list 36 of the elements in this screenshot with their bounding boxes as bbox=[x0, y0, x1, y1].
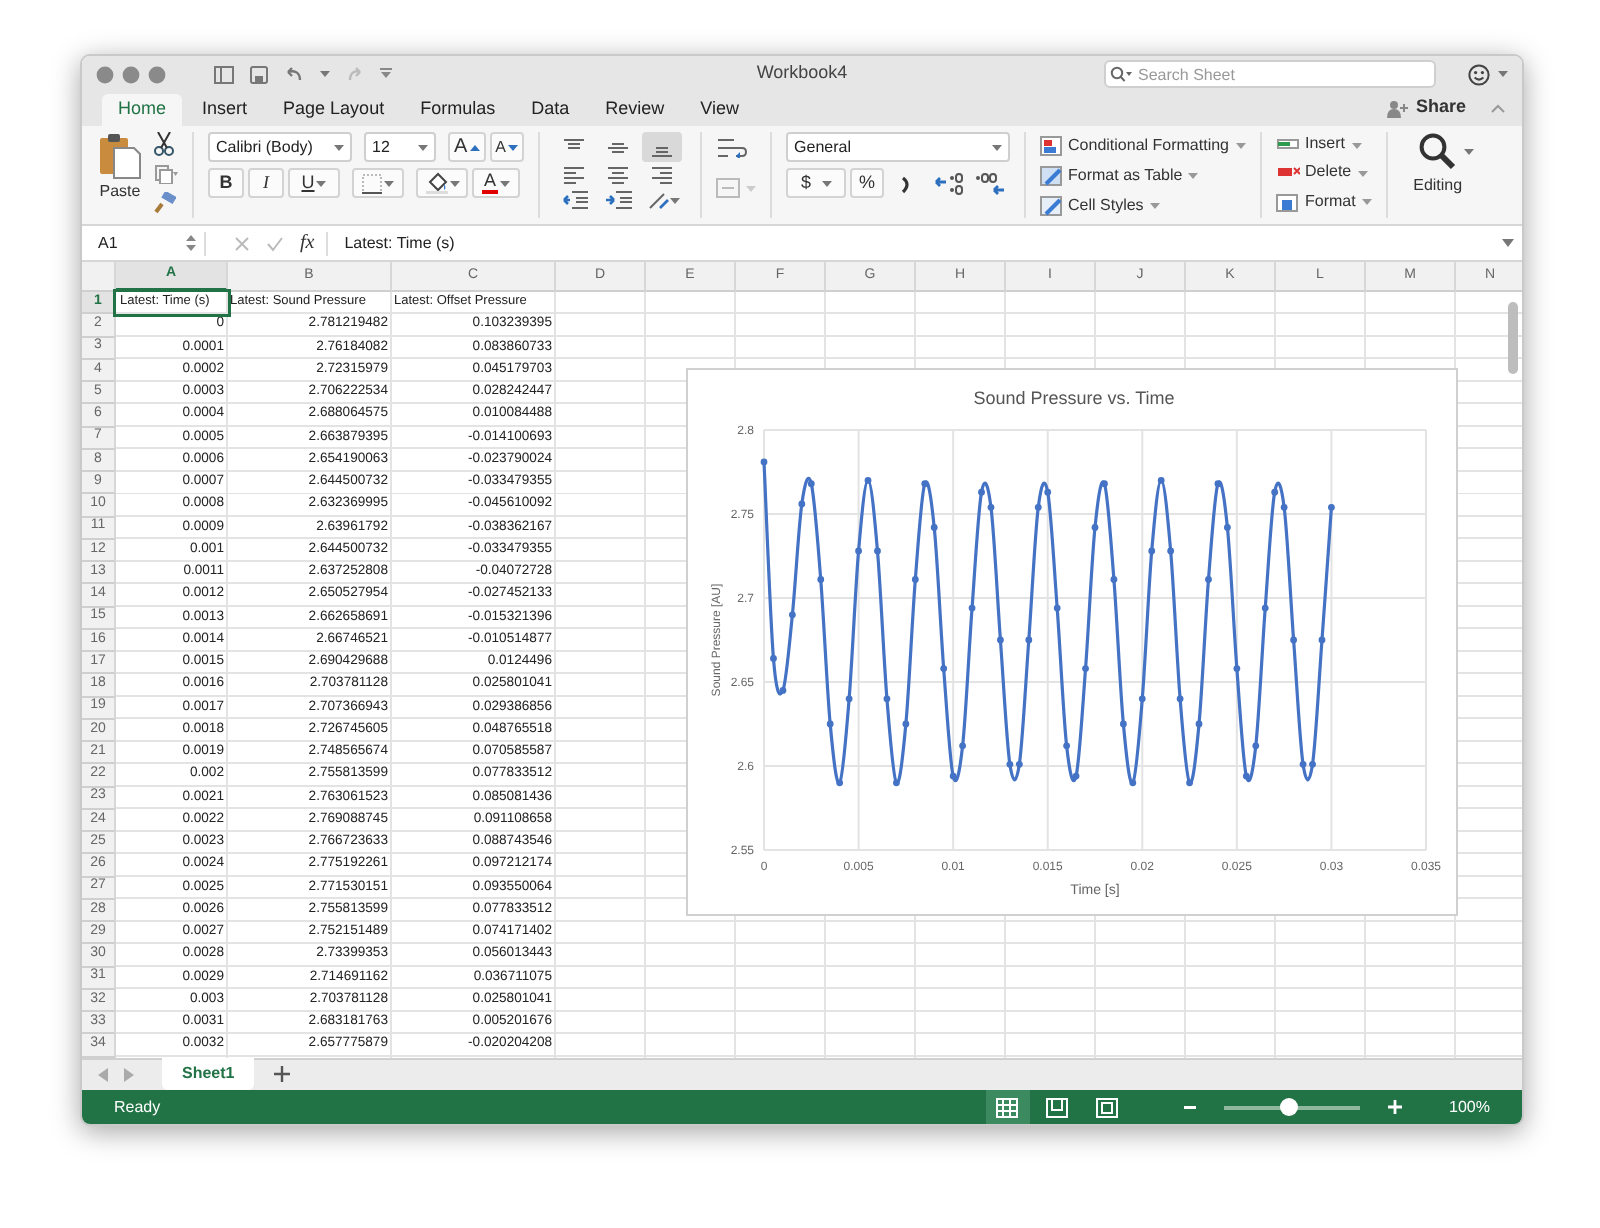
ribbon-tab[interactable]: Data bbox=[515, 94, 586, 126]
name-box[interactable]: A1 bbox=[90, 231, 206, 255]
share-button[interactable]: Share bbox=[1385, 98, 1466, 118]
window-title: Workbook4 bbox=[756, 60, 848, 87]
chart-title: Sound Pressure vs. Time bbox=[973, 388, 1175, 408]
status-text: Ready bbox=[114, 1095, 161, 1119]
ribbon-tab[interactable]: Home bbox=[102, 94, 183, 126]
ribbon-tab[interactable]: Review bbox=[589, 94, 681, 126]
currency-button[interactable]: $ bbox=[786, 168, 847, 198]
sheet-tab[interactable]: Sheet1 bbox=[162, 1058, 255, 1090]
paste-button[interactable]: Paste bbox=[98, 132, 142, 218]
ribbon-tab[interactable]: View bbox=[684, 94, 755, 126]
insert-function-button[interactable]: fx bbox=[300, 228, 315, 258]
font-size-select[interactable]: 12 bbox=[364, 132, 436, 162]
bold-button[interactable]: B bbox=[208, 168, 244, 198]
grow-font-button[interactable]: A bbox=[448, 132, 486, 162]
percent-button[interactable]: % bbox=[850, 168, 885, 198]
formula-field[interactable]: Latest: Time (s) bbox=[326, 231, 1490, 255]
styles-menu-button[interactable]: Cell Styles bbox=[1040, 196, 1245, 216]
font-color-button[interactable]: A bbox=[472, 168, 520, 198]
ribbon-tab[interactable]: Insert bbox=[186, 94, 264, 126]
shrink-font-button[interactable]: A bbox=[489, 132, 525, 162]
cells-menu-button[interactable]: Format bbox=[1275, 192, 1372, 212]
font-select[interactable]: Calibri (Body) bbox=[208, 132, 352, 162]
italic-button[interactable]: I bbox=[248, 168, 284, 198]
underline-button[interactable]: U bbox=[288, 168, 340, 198]
ribbon-tab[interactable]: Formulas bbox=[404, 94, 512, 126]
ribbon-tab[interactable]: Page Layout bbox=[267, 94, 401, 126]
cells-menu-button[interactable]: Delete bbox=[1275, 164, 1372, 182]
search-field[interactable]: Search Sheet bbox=[1104, 60, 1436, 88]
editing-button[interactable]: Editing bbox=[1401, 132, 1474, 196]
styles-menu-button[interactable]: Format as Table bbox=[1040, 166, 1245, 186]
zoom-percent[interactable]: 100% bbox=[1449, 1095, 1490, 1119]
styles-menu-button[interactable]: Conditional Formatting bbox=[1040, 136, 1245, 156]
number-format-select[interactable]: General bbox=[786, 132, 1011, 162]
cells-menu-button[interactable]: Insert bbox=[1275, 136, 1372, 154]
